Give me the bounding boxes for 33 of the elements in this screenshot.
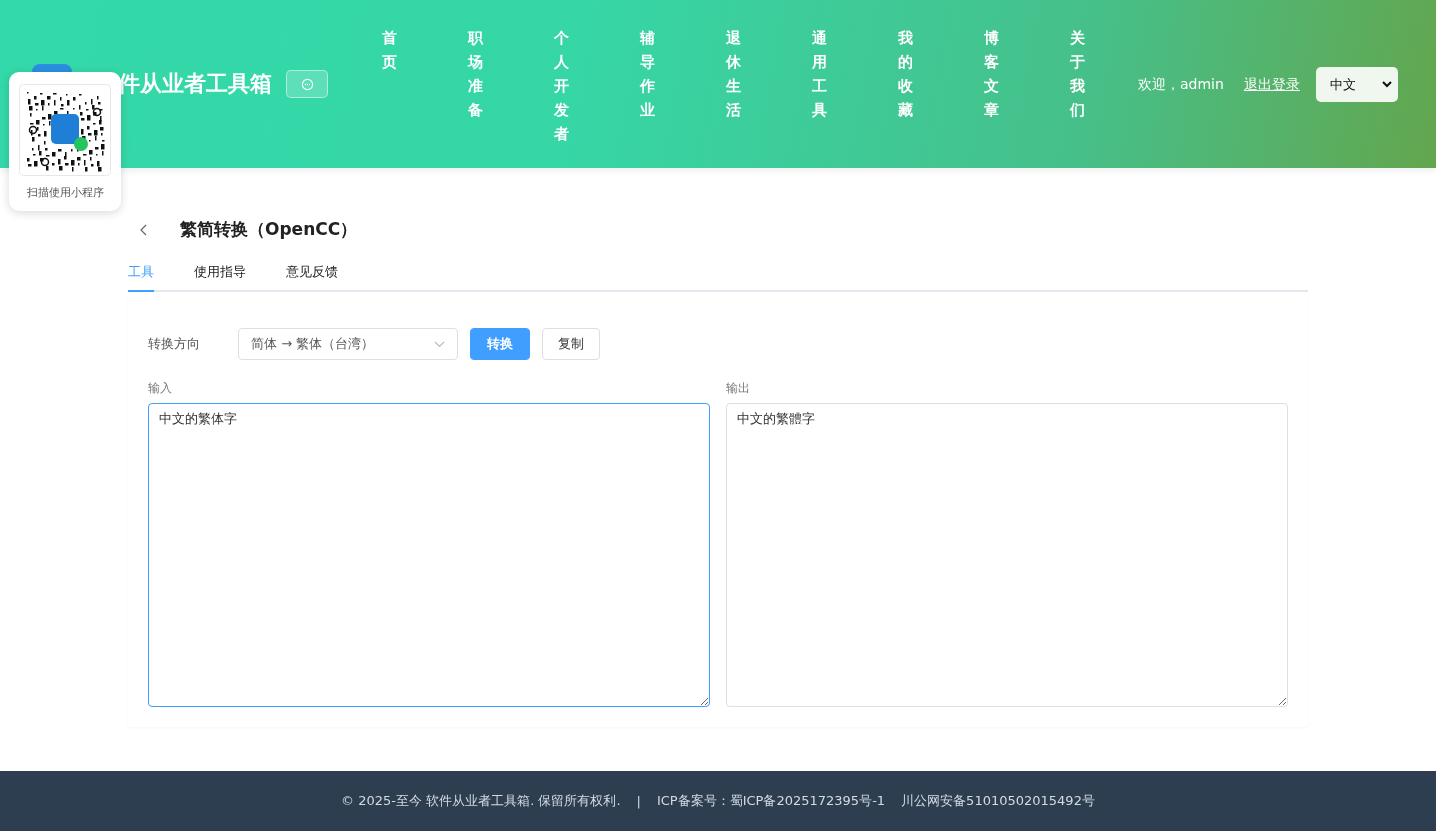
page-title: 繁简转换（OpenCC） <box>180 218 358 241</box>
back-icon[interactable] <box>140 223 148 236</box>
copyright-text: © 2025-至今 软件从业者工具箱. 保留所有权利. <box>341 792 621 810</box>
nav-link[interactable]: 通用工具 <box>812 26 828 146</box>
nav-link[interactable]: 职场准备 <box>468 26 484 146</box>
chat-bubble-icon <box>300 77 314 91</box>
language-select[interactable]: 中文 <box>1315 67 1398 102</box>
nav-link[interactable]: 首页 <box>382 26 398 146</box>
nav-link[interactable]: 我的收藏 <box>898 26 914 146</box>
separator-text: | <box>636 793 641 809</box>
chevron-down-icon <box>434 340 445 348</box>
convert-button[interactable]: 转换 <box>470 328 530 360</box>
input-label: 输入 <box>148 380 173 397</box>
logout-link[interactable]: 退出登录 <box>1243 75 1300 94</box>
direction-label: 转换方向 <box>148 335 201 353</box>
icp-link[interactable]: ICP备案号：蜀ICP备2025172395号-1 <box>656 792 886 810</box>
tab[interactable]: 意见反馈 <box>286 255 338 292</box>
tab[interactable]: 使用指导 <box>194 255 246 292</box>
direction-select[interactable]: 简体 → 繁体（台湾） <box>238 328 458 360</box>
output-textarea[interactable]: 中文的繁體字 <box>726 403 1288 707</box>
nav-link[interactable]: 个人开发者 <box>554 26 570 146</box>
police-record-link[interactable]: 川公网安备51010502015492号 <box>901 792 1095 810</box>
output-label: 输出 <box>726 380 751 397</box>
nav-link[interactable]: 博客文章 <box>984 26 1000 146</box>
chevron-down-icon <box>1381 81 1392 88</box>
nav-link[interactable]: 退休生活 <box>726 26 742 146</box>
welcome-text: 欢迎，admin <box>1138 75 1224 94</box>
input-textarea[interactable]: 中文的繁体字 <box>148 403 710 707</box>
tab[interactable]: 工具 <box>128 255 154 292</box>
copy-button[interactable]: 复制 <box>542 328 600 360</box>
nav-link[interactable]: 辅导作业 <box>640 26 656 146</box>
qr-caption: 扫描使用小程序 <box>26 185 104 200</box>
nav-link[interactable]: 关于我们 <box>1070 26 1086 146</box>
